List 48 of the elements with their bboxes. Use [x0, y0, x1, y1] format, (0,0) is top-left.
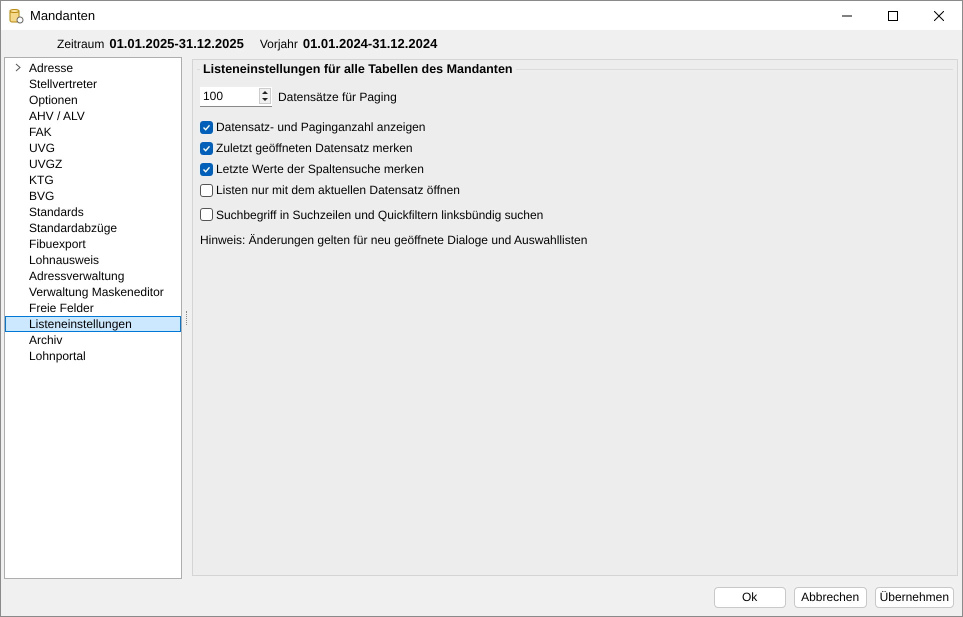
- tree-item[interactable]: Adresse: [5, 60, 181, 76]
- tree-item[interactable]: Archiv: [5, 332, 181, 348]
- tree-item[interactable]: Verwaltung Maskeneditor: [5, 284, 181, 300]
- dialog-button[interactable]: Abbrechen: [794, 586, 867, 608]
- spin-arrows-icon: [259, 88, 271, 104]
- tree-item[interactable]: FAK: [5, 124, 181, 140]
- tree-item[interactable]: Fibuexport: [5, 236, 181, 252]
- checkbox-label[interactable]: Suchbegriff in Suchzeilen und Quickfiltern linksbündig suchen: [216, 206, 544, 224]
- hint-text: Hinweis: Änderungen gelten für neu geöffnete Dialoge und Auswahllisten: [200, 232, 588, 249]
- tree-item[interactable]: Lohnportal: [5, 348, 181, 364]
- paging-label: Datensätze für Paging: [278, 88, 397, 106]
- checkbox[interactable]: [200, 142, 213, 155]
- checkbox-label[interactable]: Zuletzt geöffneten Datensatz merken: [216, 139, 413, 158]
- tree-item[interactable]: Freie Felder: [5, 300, 181, 316]
- checkbox[interactable]: [200, 208, 213, 222]
- tree-item[interactable]: Listeneinstellungen: [5, 316, 181, 332]
- window-title: Mandanten: [30, 6, 96, 25]
- dialog-button[interactable]: Übernehmen: [874, 586, 954, 608]
- check-icon: [202, 164, 211, 174]
- tree-item[interactable]: Lohnausweis: [5, 252, 181, 268]
- period-label: Zeitraum: [57, 36, 104, 53]
- app-icon: [8, 8, 24, 24]
- checkbox-label[interactable]: Datensatz- und Paginganzahl anzeigen: [216, 118, 426, 136]
- tree-item[interactable]: UVG: [5, 140, 181, 156]
- checkbox[interactable]: [200, 162, 213, 176]
- tree-item[interactable]: Optionen: [5, 92, 181, 108]
- tree-item[interactable]: Adressverwaltung: [5, 268, 181, 284]
- tree-item[interactable]: Standardabzüge: [5, 220, 181, 236]
- tree-item[interactable]: AHV / ALV: [5, 108, 181, 124]
- checkbox[interactable]: [200, 120, 213, 134]
- dialog-button[interactable]: Ok: [714, 586, 786, 608]
- maximize-icon: [888, 10, 898, 21]
- tree-item[interactable]: Stellvertreter: [5, 76, 181, 92]
- checkbox-label[interactable]: Listen nur mit dem aktuellen Datensatz öffnen: [216, 181, 460, 200]
- close-icon: [934, 10, 944, 21]
- check-icon: [202, 144, 211, 153]
- period-value: 01.01.2024-31.12.2024: [302, 34, 438, 53]
- period-value: 01.01.2025-31.12.2025: [109, 34, 244, 53]
- group-title: Listeneinstellungen für alle Tabellen des Mandanten: [203, 62, 513, 76]
- period-label: Vorjahr: [260, 36, 298, 53]
- checkbox[interactable]: [200, 184, 213, 197]
- checkbox-label[interactable]: Letzte Werte der Spaltensuche merken: [216, 160, 424, 178]
- check-icon: [202, 122, 211, 132]
- tree-item[interactable]: Standards: [5, 204, 181, 220]
- paging-spinbox[interactable]: 100: [200, 86, 272, 107]
- tree-item[interactable]: UVGZ: [5, 156, 181, 172]
- tree-item[interactable]: BVG: [5, 188, 181, 204]
- tree-item[interactable]: KTG: [5, 172, 181, 188]
